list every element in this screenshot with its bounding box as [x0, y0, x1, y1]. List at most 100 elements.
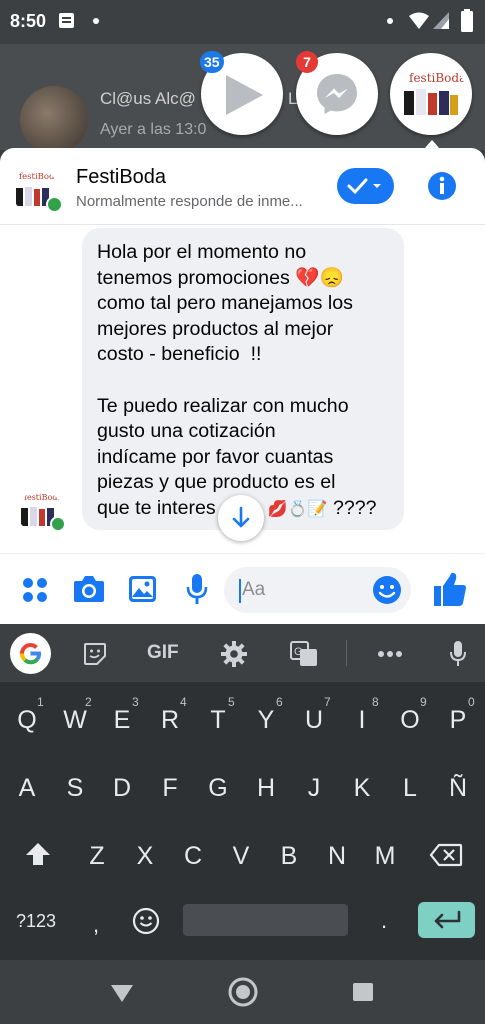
conversation-panel: festiBoda FestiBoda Normalmente responde… [0, 148, 485, 624]
message-text: Hola por el momento no tenemos promocion… [97, 241, 377, 519]
festiboda-chat-head[interactable]: festiBoda [390, 53, 472, 135]
key-c[interactable]: C [178, 842, 208, 871]
key-hint: 3 [132, 695, 139, 709]
key-d[interactable]: D [107, 774, 137, 803]
contact-subtitle: Ayer a las 13:0 [100, 121, 207, 138]
contact-name: Cl@us Alc@ [100, 89, 196, 108]
key-hint: 2 [85, 695, 92, 709]
space-bar[interactable] [183, 904, 348, 936]
key-v[interactable]: V [226, 842, 256, 871]
voice-input-icon[interactable] [449, 640, 467, 668]
google-icon [19, 643, 42, 665]
toolbar-divider [346, 640, 347, 666]
key-b[interactable]: B [274, 842, 304, 871]
status-time: 8:50 [10, 11, 47, 31]
enter-icon [434, 910, 461, 929]
key-hint: 1 [37, 695, 44, 709]
navigation-bar [0, 960, 485, 1024]
unread-badge: 7 [296, 51, 318, 73]
gif-button[interactable]: GIF [147, 642, 179, 664]
period-key[interactable]: . [381, 908, 387, 934]
message-bubble: Hola por el momento no tenemos promocion… [82, 228, 404, 530]
backspace-icon[interactable] [429, 843, 463, 867]
sad-face-emoji: 😞 [319, 266, 345, 289]
key-o[interactable]: O [395, 706, 425, 735]
scroll-to-bottom-button[interactable] [218, 495, 264, 541]
image-icon[interactable] [128, 575, 157, 603]
message-input-placeholder: Aa [242, 579, 266, 600]
wifi-icon [409, 12, 429, 29]
emoji-group: 💋💍📝 [267, 500, 328, 518]
check-dropdown-icon [347, 178, 381, 195]
comma-key[interactable]: , [93, 912, 99, 938]
conversation-subtitle: Normalmente responde de inme... [76, 193, 303, 210]
festiboda-logo: festiBoda [396, 59, 466, 129]
key-h[interactable]: H [251, 774, 281, 803]
key-n[interactable]: N [322, 842, 352, 871]
more-icon[interactable] [377, 650, 403, 658]
online-indicator [50, 516, 66, 532]
broken-heart-emoji: 💔 [295, 266, 320, 289]
camera-icon[interactable] [73, 575, 105, 603]
enter-key[interactable] [418, 902, 475, 938]
settings-icon[interactable] [221, 641, 247, 667]
key-s[interactable]: S [60, 774, 90, 803]
contact-avatar [20, 86, 88, 154]
key-n-tilde[interactable]: Ñ [443, 774, 473, 803]
notification-icon [59, 13, 74, 28]
info-icon[interactable] [427, 171, 457, 201]
key-q[interactable]: Q [12, 706, 42, 735]
key-r[interactable]: R [155, 706, 185, 735]
key-k[interactable]: K [347, 774, 377, 803]
key-t[interactable]: T [203, 706, 233, 735]
thumbs-up-icon[interactable] [433, 571, 467, 607]
key-hint: 7 [324, 695, 331, 709]
mark-done-button[interactable] [337, 168, 394, 204]
keyboard-toolbar: GIF G [0, 624, 485, 682]
play-icon [226, 75, 263, 115]
cellular-icon [433, 12, 449, 29]
google-button[interactable] [10, 633, 51, 674]
battery-icon [461, 9, 473, 32]
apps-grid-icon[interactable] [22, 577, 48, 603]
microphone-icon[interactable] [185, 573, 209, 605]
dot-icon [93, 18, 99, 24]
key-l[interactable]: L [395, 774, 425, 803]
key-e[interactable]: E [107, 706, 137, 735]
key-p[interactable]: P [443, 706, 473, 735]
shift-icon[interactable] [24, 841, 52, 867]
conversation-title: FestiBoda [76, 166, 167, 188]
translate-icon[interactable]: G [290, 641, 318, 667]
back-icon[interactable] [110, 983, 134, 1003]
arrow-down-icon [232, 506, 250, 528]
online-indicator [46, 196, 63, 213]
key-z[interactable]: Z [82, 842, 112, 871]
keyboard: Q W E R T Y U I O P 1 2 3 4 5 6 7 8 9 0 … [0, 682, 485, 960]
key-m[interactable]: M [370, 842, 400, 871]
key-hint: 6 [276, 695, 283, 709]
key-u[interactable]: U [299, 706, 329, 735]
composer-bar: Aa [0, 553, 485, 624]
text-cursor [239, 579, 241, 603]
dot-icon [387, 18, 393, 24]
key-j[interactable]: J [299, 774, 329, 803]
unread-badge: 35 [200, 51, 224, 73]
emoji-key-icon[interactable] [131, 906, 161, 936]
recents-icon[interactable] [352, 982, 374, 1002]
key-a[interactable]: A [12, 774, 42, 803]
key-x[interactable]: X [130, 842, 160, 871]
key-w[interactable]: W [60, 706, 90, 735]
key-y[interactable]: Y [251, 706, 281, 735]
symbols-key[interactable]: ?123 [16, 911, 56, 932]
key-hint: 8 [372, 695, 379, 709]
sticker-icon[interactable] [83, 642, 107, 666]
svg-text:G: G [294, 646, 303, 658]
key-hint: 0 [468, 695, 475, 709]
status-bar: 8:50 [0, 0, 485, 44]
home-icon[interactable] [228, 977, 258, 1007]
key-hint: 5 [228, 695, 235, 709]
emoji-icon[interactable] [372, 575, 402, 605]
key-f[interactable]: F [155, 774, 185, 803]
key-g[interactable]: G [203, 774, 233, 803]
key-i[interactable]: I [347, 706, 377, 735]
